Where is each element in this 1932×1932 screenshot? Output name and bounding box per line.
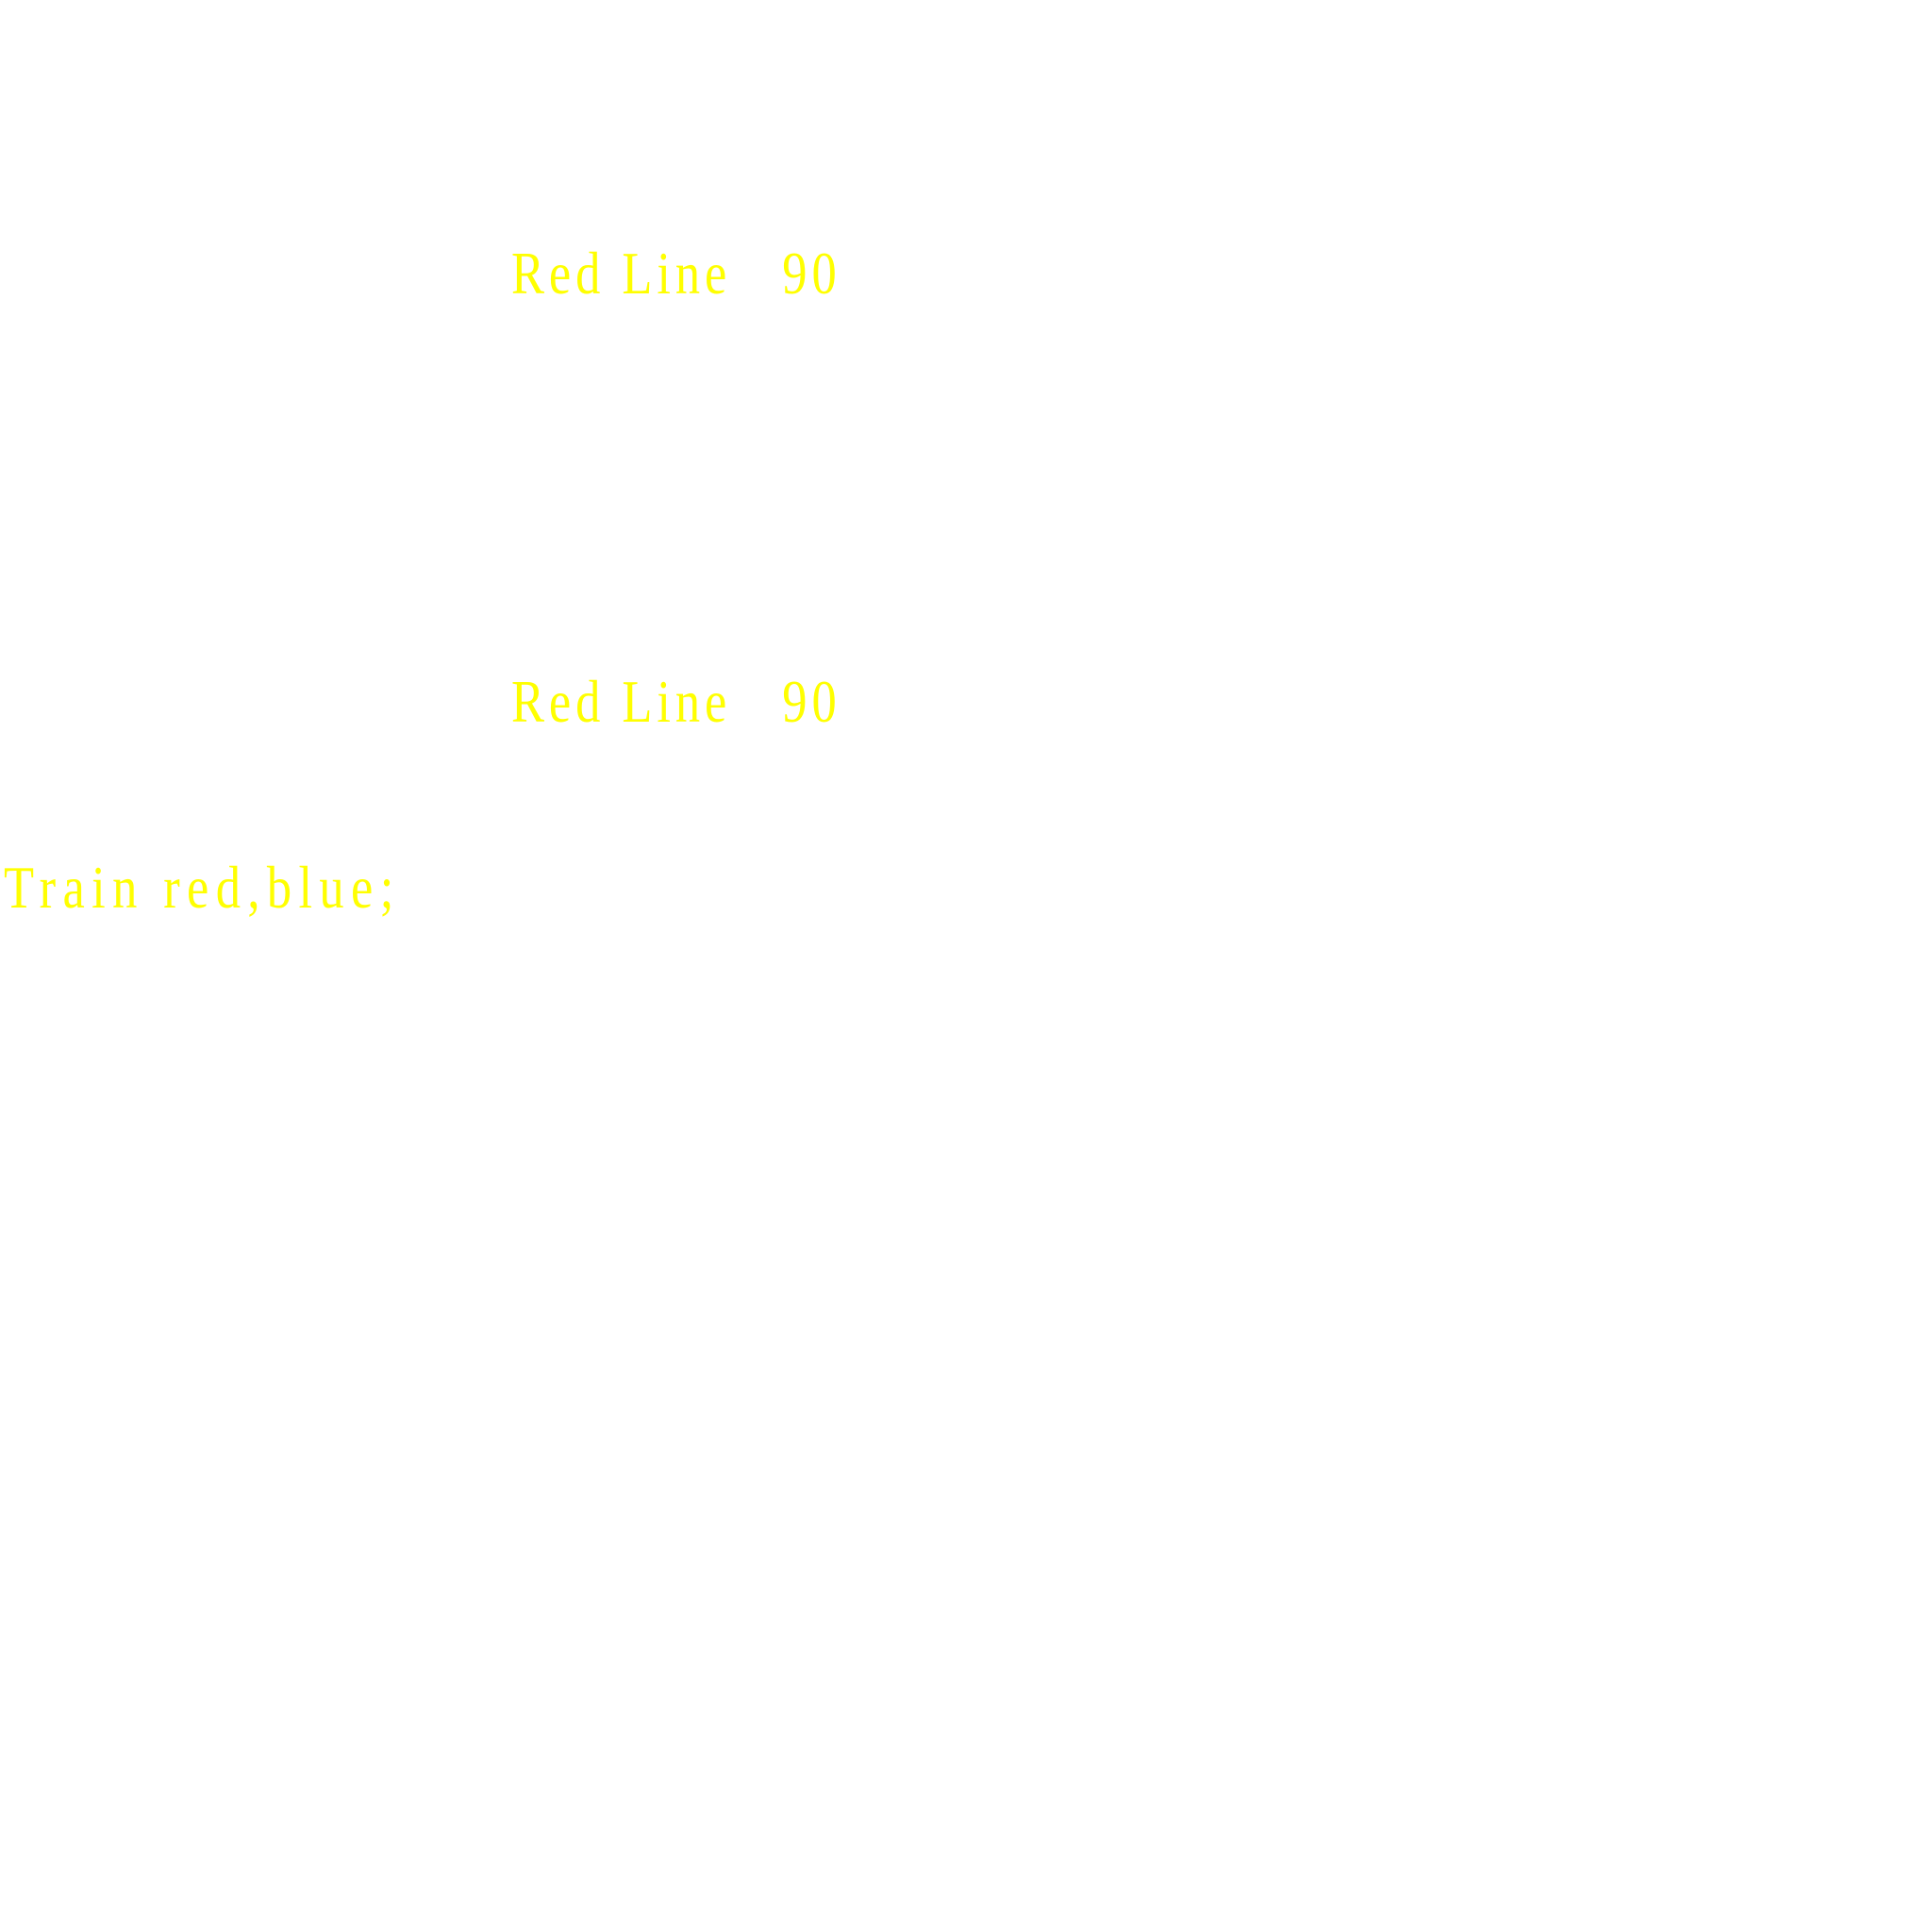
train-label: Train red,blue; xyxy=(4,854,401,921)
red-line-label-1: Red Line 90 xyxy=(511,240,841,307)
red-line-label-2: Red Line 90 xyxy=(511,668,841,735)
